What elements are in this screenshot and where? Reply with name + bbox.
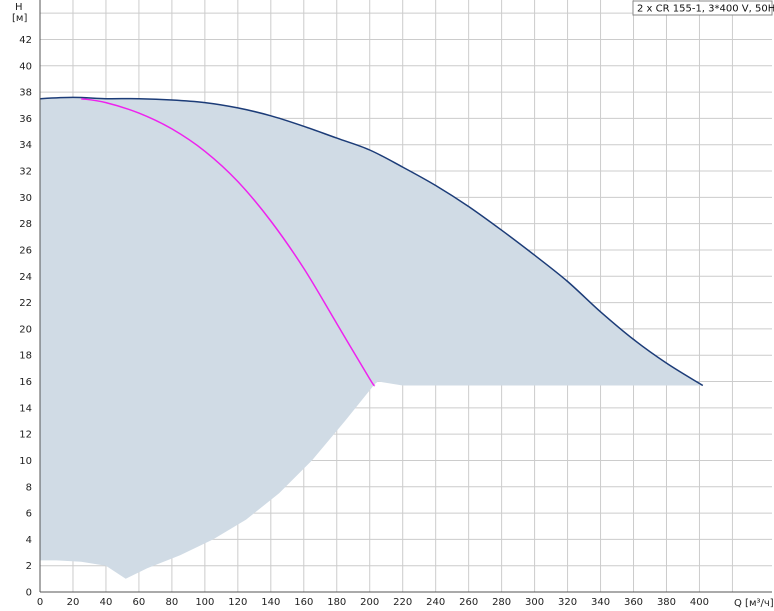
x-tick-label: 380 xyxy=(657,597,676,608)
y-tick-label: 14 xyxy=(19,403,32,414)
y-tick-label: 8 xyxy=(26,482,32,493)
pump-performance-chart: 0 20 40 60 80 100 120 140 160 180 200 220 240 260 280 3… xyxy=(0,0,774,611)
x-tick-label: 280 xyxy=(492,597,511,608)
y-tick-label: 4 xyxy=(26,535,32,546)
x-tick-label: 40 xyxy=(100,597,113,608)
y-tick-label: 40 xyxy=(19,61,32,72)
x-tick-label: 100 xyxy=(195,597,214,608)
x-tick-label: 200 xyxy=(360,597,379,608)
y-axis-unit: [м] xyxy=(12,13,27,24)
y-tick-label: 24 xyxy=(19,272,32,283)
y-tick-label: 16 xyxy=(19,377,32,388)
x-tick-label: 60 xyxy=(133,597,146,608)
y-tick-label: 18 xyxy=(19,351,32,362)
y-tick-label: 20 xyxy=(19,324,32,335)
x-tick-label: 320 xyxy=(558,597,577,608)
x-tick-label: 120 xyxy=(228,597,247,608)
y-tick-label: 10 xyxy=(19,456,32,467)
x-tick-label: 340 xyxy=(591,597,610,608)
x-tick-label: 0 xyxy=(37,597,43,608)
chart-title: 2 x CR 155-1, 3*400 V, 50Hz xyxy=(637,4,774,15)
x-tick-label: 300 xyxy=(525,597,544,608)
y-tick-label: 22 xyxy=(19,298,32,309)
x-tick-label: 260 xyxy=(459,597,478,608)
x-tick-label: 220 xyxy=(393,597,412,608)
x-tick-labels: 0 20 40 60 80 100 120 140 160 180 200 220 240 260 280 3… xyxy=(37,597,709,608)
y-tick-label: 6 xyxy=(26,509,32,520)
y-tick-label: 38 xyxy=(19,88,32,99)
x-tick-label: 180 xyxy=(327,597,346,608)
x-tick-label: 160 xyxy=(294,597,313,608)
x-tick-label: 240 xyxy=(426,597,445,608)
chart-title-box: 2 x CR 155-1, 3*400 V, 50Hz xyxy=(632,0,774,16)
x-tick-label: 80 xyxy=(166,597,179,608)
y-tick-label: 34 xyxy=(19,140,32,151)
x-axis-title: Q [м³/ч] xyxy=(734,598,774,609)
x-tick-label: 400 xyxy=(690,597,709,608)
y-tick-label: 2 xyxy=(26,561,32,572)
y-tick-label: 32 xyxy=(19,167,32,178)
y-tick-label: 36 xyxy=(19,114,32,125)
y-tick-label: 12 xyxy=(19,430,32,441)
y-axis-title: H xyxy=(15,2,23,13)
y-tick-label: 0 xyxy=(26,588,32,599)
x-tick-label: 20 xyxy=(67,597,80,608)
y-tick-label: 28 xyxy=(19,219,32,230)
x-tick-label: 140 xyxy=(261,597,280,608)
y-tick-label: 42 xyxy=(19,35,32,46)
x-tick-label: 360 xyxy=(624,597,643,608)
y-tick-label: 30 xyxy=(19,193,32,204)
y-tick-label: 26 xyxy=(19,245,32,256)
